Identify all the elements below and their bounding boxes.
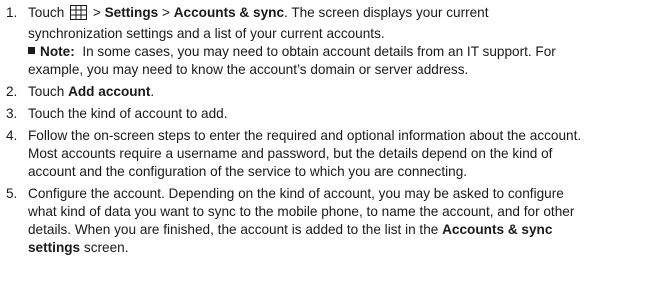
step-3-text: Touch the kind of account to add. bbox=[28, 106, 228, 121]
note-bullet-icon bbox=[28, 47, 35, 54]
step-number: 2. bbox=[6, 84, 18, 99]
step-2-text: Touch Add account. bbox=[28, 84, 155, 99]
step-1-line-2: synchronization settings and a list of y… bbox=[28, 26, 385, 41]
step-2: 2. Touch Add account. bbox=[0, 83, 646, 101]
step-number: 4. bbox=[6, 128, 18, 143]
note-line-1: Note: In some cases, you may need to obt… bbox=[28, 43, 646, 61]
accounts-sync-label: Accounts & sync bbox=[173, 5, 285, 20]
step-4: 4. Follow the on-screen steps to enter t… bbox=[0, 127, 646, 181]
step-5-line-3: details. When you are finished, the acco… bbox=[28, 222, 553, 237]
note-label: Note: bbox=[40, 44, 75, 59]
settings-label: Settings bbox=[104, 5, 159, 20]
step-5: 5. Configure the account. Depending on t… bbox=[0, 185, 646, 257]
step-5-line-2: what kind of data you want to sync to th… bbox=[28, 204, 575, 219]
menu-grid-icon bbox=[70, 5, 88, 25]
step-4-line-2: Most accounts require a username and pas… bbox=[28, 146, 553, 161]
step-number: 3. bbox=[6, 106, 18, 121]
step-4-line-1: Follow the on-screen steps to enter the … bbox=[28, 128, 582, 143]
step-3: 3. Touch the kind of account to add. bbox=[0, 105, 646, 123]
step-5-line-1: Configure the account. Depending on the … bbox=[28, 186, 564, 201]
step-1: 1. Touch > Settings > Accounts & sync. T… bbox=[0, 4, 646, 79]
accounts-sync-settings-label: Accounts & sync bbox=[442, 222, 553, 237]
instruction-list: 1. Touch > Settings > Accounts & sync. T… bbox=[0, 4, 646, 261]
step-1-line-1: Touch > Settings > Accounts & sync. The … bbox=[28, 4, 646, 25]
step-4-line-3: account and the configuration of the ser… bbox=[28, 164, 468, 179]
add-account-label: Add account bbox=[68, 84, 151, 99]
step-5-line-4: settings screen. bbox=[28, 240, 129, 255]
step-number: 1. bbox=[6, 5, 18, 20]
note-line-2: example, you may need to know the accoun… bbox=[28, 62, 469, 77]
step-number: 5. bbox=[6, 186, 18, 201]
